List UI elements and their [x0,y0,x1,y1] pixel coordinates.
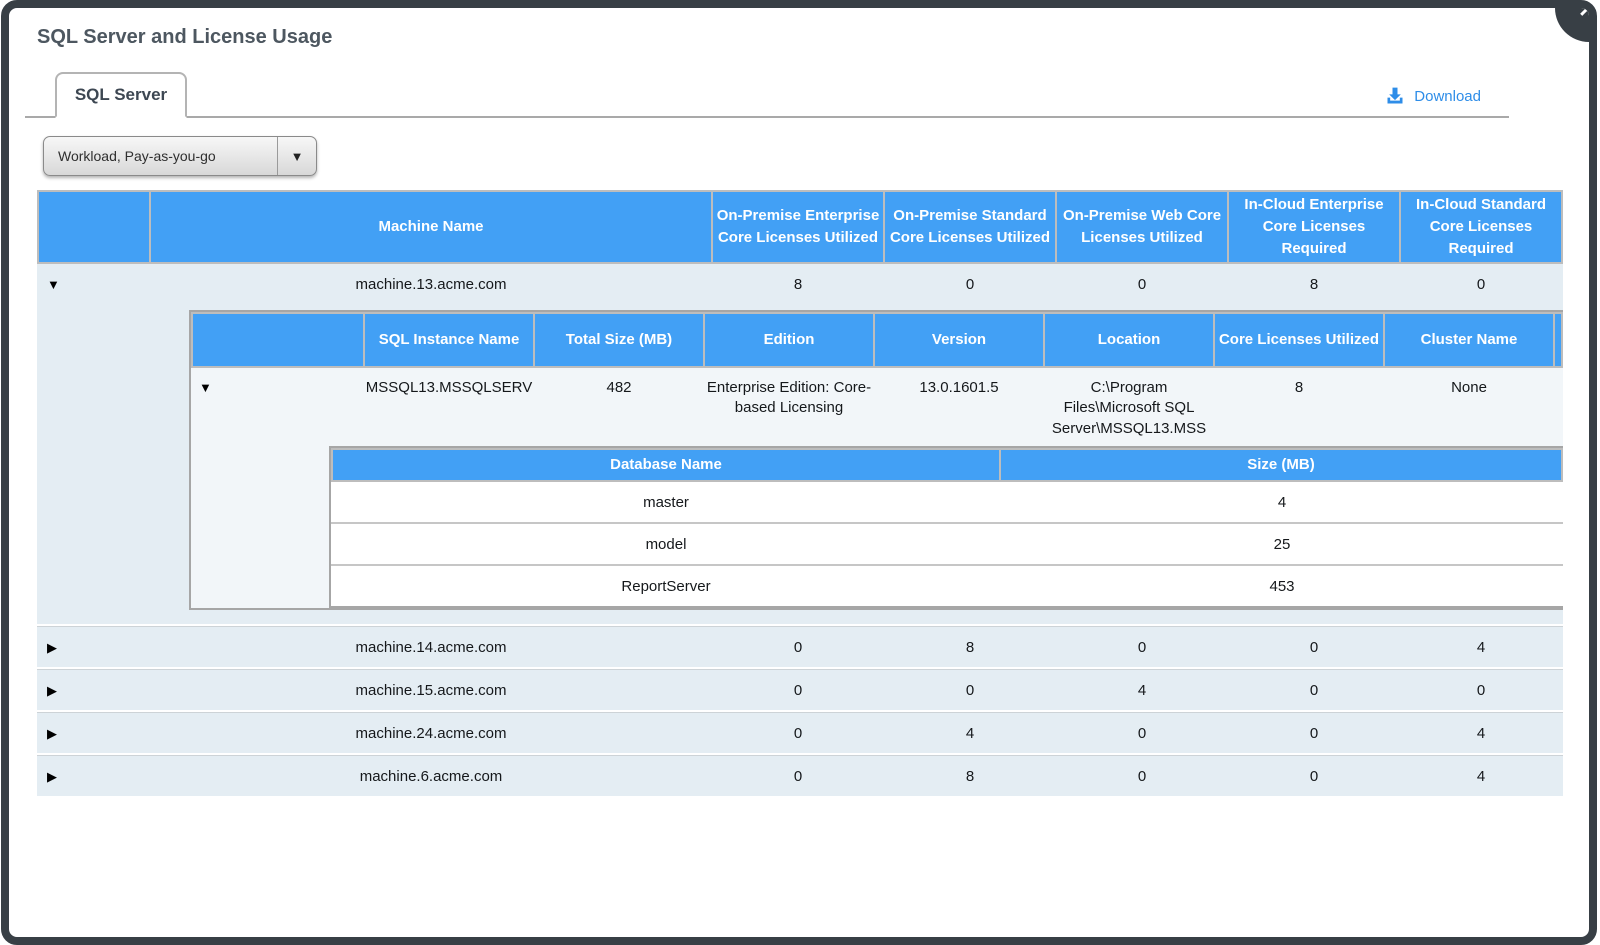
value-incloud-enterprise: 0 [1229,768,1399,785]
download-label: Download [1414,88,1481,105]
sql-instances-table: SQL Instance Name Total Size (MB) Editio… [189,310,1563,610]
close-button[interactable]: ✕ [1555,0,1597,42]
table-row-machine-24[interactable]: ▶ machine.24.acme.com 0 4 0 0 4 [37,712,1563,753]
inst-header-core-licenses: Core Licenses Utilized [1215,314,1383,366]
instance-version: 13.0.1601.5 [875,368,1043,442]
header-incloud-enterprise: In-Cloud Enterprise Core Licenses Requir… [1229,192,1399,262]
machine-name: machine.6.acme.com [151,768,711,785]
value-onprem-web: 0 [1057,639,1227,656]
expand-icon[interactable]: ▶ [47,769,57,784]
header-incloud-standard: In-Cloud Standard Core Licenses Required [1401,192,1561,262]
machines-header-row: Machine Name On-Premise Enterprise Core … [37,190,1563,264]
table-row-database[interactable]: ReportServer 453 [331,564,1563,606]
chevron-down-icon: ▼ [277,137,316,175]
tab-bar: SQL Server Download [25,66,1509,118]
value-incloud-enterprise: 0 [1229,725,1399,742]
table-row-database[interactable]: master 4 [331,482,1563,522]
instances-header-row: SQL Instance Name Total Size (MB) Editio… [191,312,1563,368]
value-incloud-enterprise: 0 [1229,682,1399,699]
instance-core-licenses: 8 [1215,368,1383,442]
inst-header-cluster: Cluster Name [1385,314,1553,366]
page-title: SQL Server and License Usage [37,26,332,49]
header-onprem-web: On-Premise Web Core Licenses Utilized [1057,192,1227,262]
instance-name: MSSQL13.MSSQLSERV [365,368,533,442]
table-row-machine-14[interactable]: ▶ machine.14.acme.com 0 8 0 0 4 [37,626,1563,667]
instance-edition: Enterprise Edition: Core-based Licensing [705,368,873,442]
workload-dropdown[interactable]: Workload, Pay-as-you-go ▼ [43,136,317,176]
inst-header-clipped [1555,314,1561,366]
value-onprem-web: 0 [1057,725,1227,742]
machine-name: machine.15.acme.com [151,682,711,699]
expand-icon[interactable]: ▶ [47,640,57,655]
value-incloud-standard: 0 [1401,682,1561,699]
database-size: 453 [1001,578,1563,595]
machine-name: machine.14.acme.com [151,639,711,656]
collapse-icon[interactable]: ▼ [47,277,60,292]
value-onprem-enterprise: 0 [713,768,883,785]
db-header-size: Size (MB) [1001,450,1561,480]
machine-name: machine.24.acme.com [151,725,711,742]
value-onprem-enterprise: 0 [713,639,883,656]
inst-header-name: SQL Instance Name [365,314,533,366]
table-row-machine-15[interactable]: ▶ machine.15.acme.com 0 0 4 0 0 [37,669,1563,710]
table-row-instance[interactable]: ▼ MSSQL13.MSSQLSERV 482 Enterprise Editi… [191,368,1563,442]
inst-header-edition: Edition [705,314,873,366]
close-icon: ✕ [1576,0,1597,26]
value-incloud-standard: 4 [1401,725,1561,742]
value-incloud-enterprise: 8 [1229,276,1399,293]
header-expand-column [39,192,149,262]
expand-icon[interactable]: ▶ [47,683,57,698]
value-onprem-web: 0 [1057,768,1227,785]
value-onprem-standard: 0 [885,276,1055,293]
report-modal: SQL Server and License Usage SQL Server … [1,0,1597,945]
expand-icon[interactable]: ▶ [47,726,57,741]
value-onprem-enterprise: 8 [713,276,883,293]
machine-name: machine.13.acme.com [151,276,711,293]
inst-header-location: Location [1045,314,1213,366]
value-incloud-standard: 4 [1401,768,1561,785]
value-onprem-enterprise: 0 [713,725,883,742]
value-onprem-web: 4 [1057,682,1227,699]
value-onprem-standard: 8 [885,639,1055,656]
table-row-machine-13[interactable]: ▼ machine.13.acme.com 8 0 0 8 0 [37,264,1563,304]
table-row-database[interactable]: model 25 [331,522,1563,564]
download-icon [1385,86,1405,106]
expanded-machine-block: ▼ machine.13.acme.com 8 0 0 8 0 SQL Inst… [37,264,1563,624]
inst-header-expand [193,314,363,366]
db-header-name: Database Name [333,450,999,480]
inst-header-total-size: Total Size (MB) [535,314,703,366]
database-size: 4 [1001,494,1563,511]
inst-header-version: Version [875,314,1043,366]
database-name: master [331,494,1001,511]
value-incloud-standard: 0 [1401,276,1561,293]
instance-location: C:\Program Files\Microsoft SQL Server\MS… [1045,368,1213,442]
database-name: ReportServer [331,578,1001,595]
value-onprem-web: 0 [1057,276,1227,293]
value-incloud-standard: 4 [1401,639,1561,656]
tab-label: SQL Server [75,85,167,105]
workload-dropdown-value: Workload, Pay-as-you-go [44,148,277,164]
databases-header-row: Database Name Size (MB) [331,448,1563,482]
license-usage-table: Machine Name On-Premise Enterprise Core … [37,190,1563,796]
value-onprem-standard: 4 [885,725,1055,742]
header-onprem-enterprise: On-Premise Enterprise Core Licenses Util… [713,192,883,262]
databases-table: Database Name Size (MB) master 4 model 2… [329,446,1563,608]
database-name: model [331,536,1001,553]
value-onprem-standard: 0 [885,682,1055,699]
value-onprem-standard: 8 [885,768,1055,785]
database-size: 25 [1001,536,1563,553]
instance-total-size: 482 [535,368,703,442]
header-onprem-standard: On-Premise Standard Core Licenses Utiliz… [885,192,1055,262]
value-incloud-enterprise: 0 [1229,639,1399,656]
instance-cluster-name: None [1385,368,1553,442]
collapse-icon[interactable]: ▼ [199,380,212,395]
download-button[interactable]: Download [1385,86,1481,106]
header-machine-name: Machine Name [151,192,711,262]
value-onprem-enterprise: 0 [713,682,883,699]
tab-sql-server[interactable]: SQL Server [55,72,187,118]
table-row-machine-6[interactable]: ▶ machine.6.acme.com 0 8 0 0 4 [37,755,1563,796]
